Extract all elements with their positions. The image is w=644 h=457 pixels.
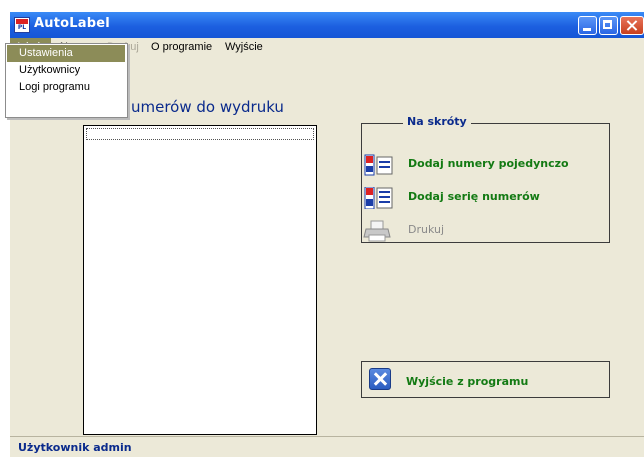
list-focus-row[interactable] <box>86 128 314 140</box>
single-numbers-icon <box>364 154 393 176</box>
printer-icon <box>363 220 391 242</box>
close-x-icon <box>369 368 391 390</box>
status-bar: Użytkownik admin <box>10 436 644 457</box>
shortcuts-group: Na skróty Dodaj numery pojedynczo Dodaj … <box>361 115 610 244</box>
add-number-series-button[interactable]: Dodaj serię numerów <box>362 185 609 211</box>
print-shortcut-button[interactable]: Drukuj <box>362 218 609 244</box>
admin-dropdown-menu: Ustawienia Użytkownicy Logi programu <box>5 43 128 118</box>
shortcuts-legend: Na skróty <box>403 115 471 128</box>
status-user-text: Użytkownik admin <box>18 441 132 454</box>
menu-item-ustawienia[interactable]: Ustawienia <box>7 45 125 62</box>
add-number-series-label: Dodaj serię numerów <box>408 190 540 203</box>
list-heading: umerów do wydruku <box>131 98 284 116</box>
add-single-numbers-label: Dodaj numery pojedynczo <box>408 157 569 170</box>
minimize-button[interactable] <box>578 16 597 35</box>
add-single-numbers-button[interactable]: Dodaj numery pojedynczo <box>362 152 609 178</box>
window-title: AutoLabel <box>34 16 110 31</box>
menu-item-uzytkownicy[interactable]: Użytkownicy <box>7 62 125 79</box>
numbers-list[interactable] <box>83 125 317 435</box>
number-series-icon <box>364 187 393 209</box>
print-shortcut-label: Drukuj <box>408 223 445 236</box>
close-window-button[interactable] <box>620 16 644 35</box>
maximize-button[interactable] <box>599 16 618 35</box>
app-logo-icon: PL <box>14 17 30 33</box>
exit-program-label: Wyjście z programu <box>406 375 529 388</box>
title-bar[interactable]: PL AutoLabel <box>10 12 644 38</box>
menu-item-logi-programu[interactable]: Logi programu <box>7 79 125 96</box>
exit-program-button[interactable]: Wyjście z programu <box>361 361 610 398</box>
menu-o-programie[interactable]: O programie <box>146 38 217 57</box>
menu-wyjscie[interactable]: Wyjście <box>220 38 268 57</box>
